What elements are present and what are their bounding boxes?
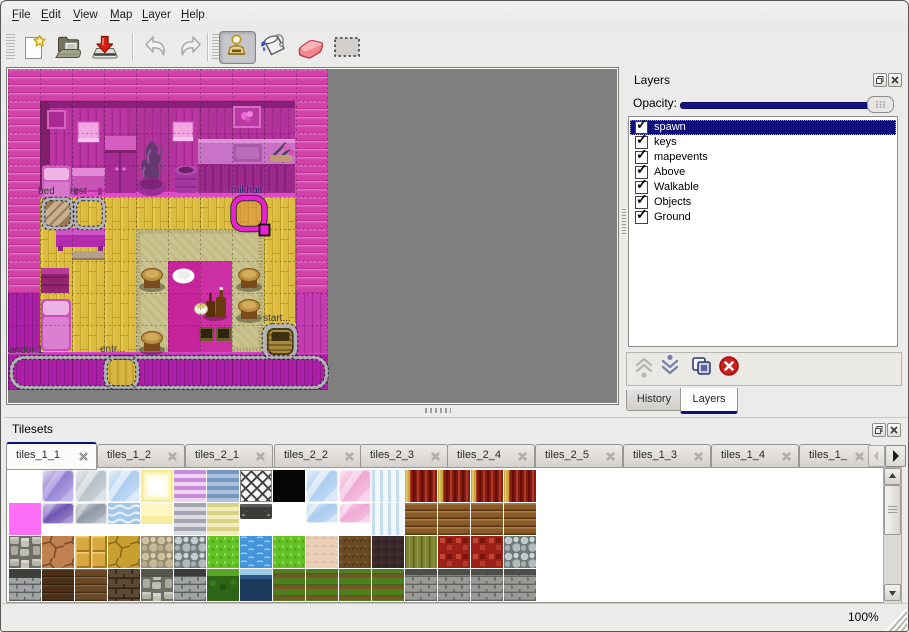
svg-text:rest: rest <box>70 186 87 197</box>
svg-text:start...: start... <box>263 313 291 324</box>
svg-text:andor:1: andor:1 <box>9 345 43 356</box>
svg-text:mikhail: mikhail <box>231 185 262 196</box>
svg-text:bed: bed <box>38 186 55 197</box>
svg-text:entr...: entr... <box>100 344 125 355</box>
